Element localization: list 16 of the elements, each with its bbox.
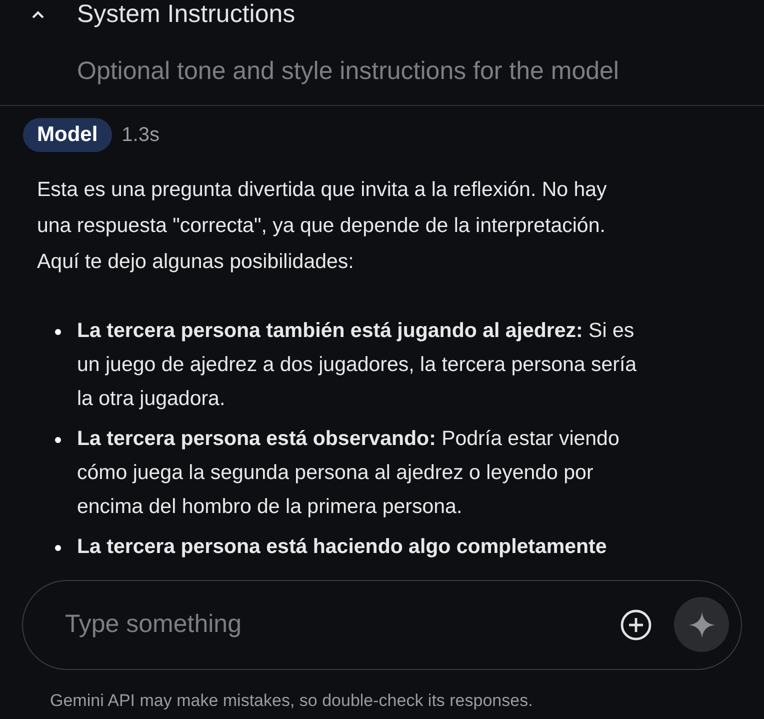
bullet-text: La tercera persona está observando: Podría estar viendo cómo juega la segunda persona al ajedrez o leyendo por encima del hombro de la primera persona.	[77, 426, 620, 520]
plus-circle-icon	[620, 608, 652, 640]
response-time: 1.3s	[122, 123, 160, 148]
response-paragraph: Esta es una pregunta divertida que invita a la reflexión. No hay una respuesta "correcta", ya que depende de la interpretación. Aquí te dejo algunas posibilidades:	[37, 177, 608, 275]
run-button[interactable]	[674, 597, 729, 652]
disclaimer: Gemini API may make mistakes, so double-check its responses.	[50, 690, 534, 712]
bullet-text: La tercera persona también está jugando al ajedrez: Si es un juego de ajedrez a dos jugadores, la tercera persona sería la otra jugadora.	[77, 318, 638, 412]
sparkle-icon	[688, 610, 716, 638]
system-instructions-field[interactable]: Optional tone and style instructions for the model	[77, 52, 737, 90]
bullet-icon	[55, 545, 61, 551]
role-badge: Model	[23, 118, 112, 152]
section-title: System Instructions	[77, 0, 296, 30]
message-input[interactable]: Type something	[22, 580, 742, 670]
bullet-text: La tercera persona está haciendo algo completamente	[77, 534, 608, 560]
bullet-icon	[55, 329, 61, 335]
bullet-icon	[55, 437, 61, 443]
